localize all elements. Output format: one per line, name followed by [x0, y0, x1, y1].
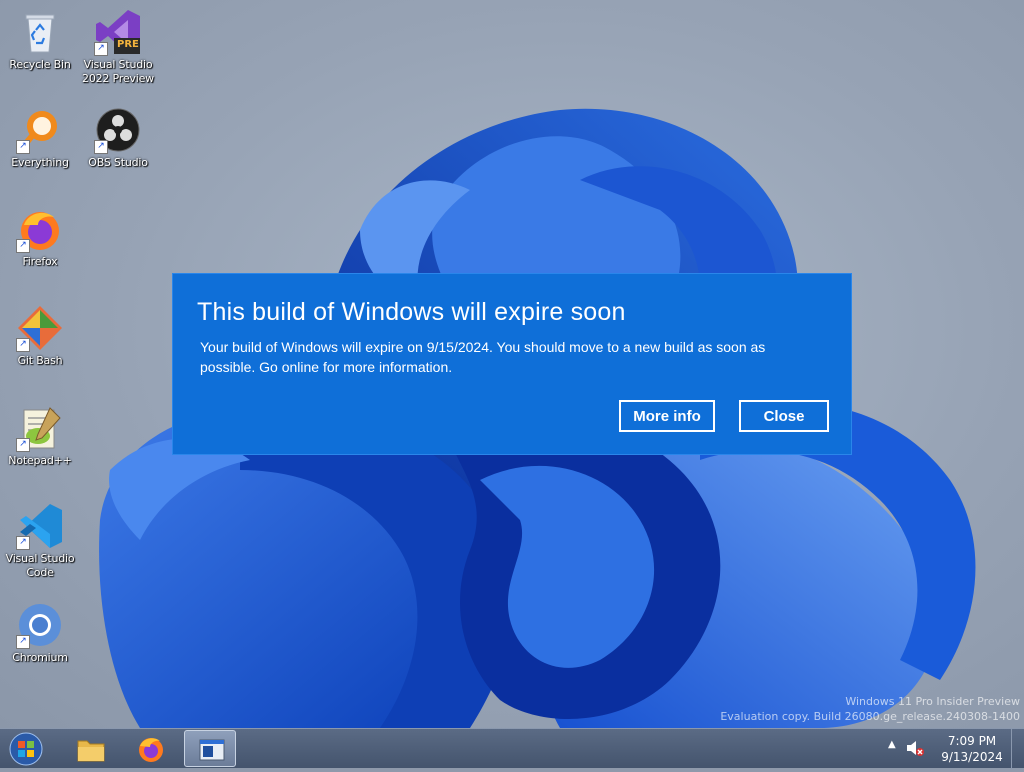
firefox-icon: ↗ [16, 205, 64, 253]
desktop-icon-obs-studio[interactable]: ↗ OBS Studio [80, 106, 156, 170]
taskbar: ▲ 7:09 PM 9/13/2024 [0, 728, 1024, 769]
firefox-icon [139, 738, 163, 762]
desktop-icon-label: Everything [11, 156, 69, 169]
desktop-icon-chromium[interactable]: ↗ Chromium [2, 601, 78, 665]
dialog-title: This build of Windows will expire soon [197, 298, 626, 326]
shortcut-arrow-icon: ↗ [16, 536, 30, 550]
shortcut-arrow-icon: ↗ [94, 42, 108, 56]
desktop-icon-label: Recycle Bin [9, 58, 71, 71]
notepad-plus-plus-icon: ↗ [16, 404, 64, 452]
desktop-icon-label: Chromium [12, 651, 68, 664]
shortcut-arrow-icon: ↗ [16, 338, 30, 352]
desktop-icon-label: Visual Studio 2022 Preview [82, 58, 154, 85]
folder-icon [77, 740, 105, 762]
chromium-icon: ↗ [16, 601, 64, 649]
desktop-icon-recycle-bin[interactable]: Recycle Bin [2, 8, 78, 72]
desktop-icon-label: OBS Studio [88, 156, 148, 169]
show-hidden-icons-button[interactable]: ▲ [888, 739, 896, 750]
desktop-icon-firefox[interactable]: ↗ Firefox [2, 205, 78, 269]
taskbar-file-explorer[interactable] [64, 730, 116, 767]
visual-studio-code-icon: ↗ [16, 502, 64, 550]
shortcut-arrow-icon: ↗ [16, 438, 30, 452]
git-bash-icon: ↗ [16, 304, 64, 352]
obs-studio-icon: ↗ [94, 106, 142, 154]
dialog-message: Your build of Windows will expire on 9/1… [200, 339, 766, 375]
start-button[interactable] [6, 731, 46, 767]
taskbar-active-window[interactable] [184, 730, 236, 767]
clock-time: 7:09 PM [947, 734, 997, 748]
desktop-icon-everything[interactable]: ↗ Everything [2, 106, 78, 170]
desktop-icon-label: Firefox [22, 255, 58, 268]
desktop-icon-visual-studio-2022-preview[interactable]: ↗ PRE Visual Studio 2022 Preview [80, 8, 156, 86]
show-desktop-button[interactable] [1011, 729, 1024, 769]
desktop-icon-label: Git Bash [17, 354, 63, 367]
close-button[interactable]: Close [739, 400, 829, 432]
evaluation-watermark: Windows 11 Pro Insider Preview Evaluatio… [720, 694, 1020, 724]
system-tray: ▲ 7:09 PM 9/13/2024 [888, 729, 1024, 769]
desktop-icon-label: Notepad++ [8, 454, 72, 467]
watermark-edition: Windows 11 Pro Insider Preview [845, 695, 1020, 708]
visual-studio-preview-icon: ↗ PRE [94, 8, 142, 56]
everything-search-icon: ↗ [16, 106, 64, 154]
clock-date: 9/13/2024 [941, 750, 1003, 764]
watermark-build: Evaluation copy. Build 26080.ge_release.… [720, 710, 1020, 723]
speaker-muted-icon[interactable] [905, 739, 925, 757]
taskbar-clock[interactable]: 7:09 PM 9/13/2024 [936, 733, 1008, 765]
desktop-icon-notepad-plus-plus[interactable]: ↗ Notepad++ [2, 404, 78, 468]
shortcut-arrow-icon: ↗ [16, 635, 30, 649]
desktop-icon-visual-studio-code[interactable]: ↗ Visual Studio Code [2, 502, 78, 580]
desktop-icon-label: Visual Studio Code [5, 552, 75, 579]
shortcut-arrow-icon: ↗ [16, 140, 30, 154]
taskbar-firefox[interactable] [124, 730, 176, 767]
desktop-icon-git-bash[interactable]: ↗ Git Bash [2, 304, 78, 368]
build-expiration-dialog: This build of Windows will expire soon Y… [172, 273, 852, 455]
app-window-icon [199, 739, 225, 761]
start-orb-icon [9, 732, 43, 766]
more-info-button[interactable]: More info [619, 400, 715, 432]
preview-badge: PRE [117, 39, 139, 50]
recycle-bin-icon [16, 8, 64, 56]
shortcut-arrow-icon: ↗ [94, 140, 108, 154]
shortcut-arrow-icon: ↗ [16, 239, 30, 253]
